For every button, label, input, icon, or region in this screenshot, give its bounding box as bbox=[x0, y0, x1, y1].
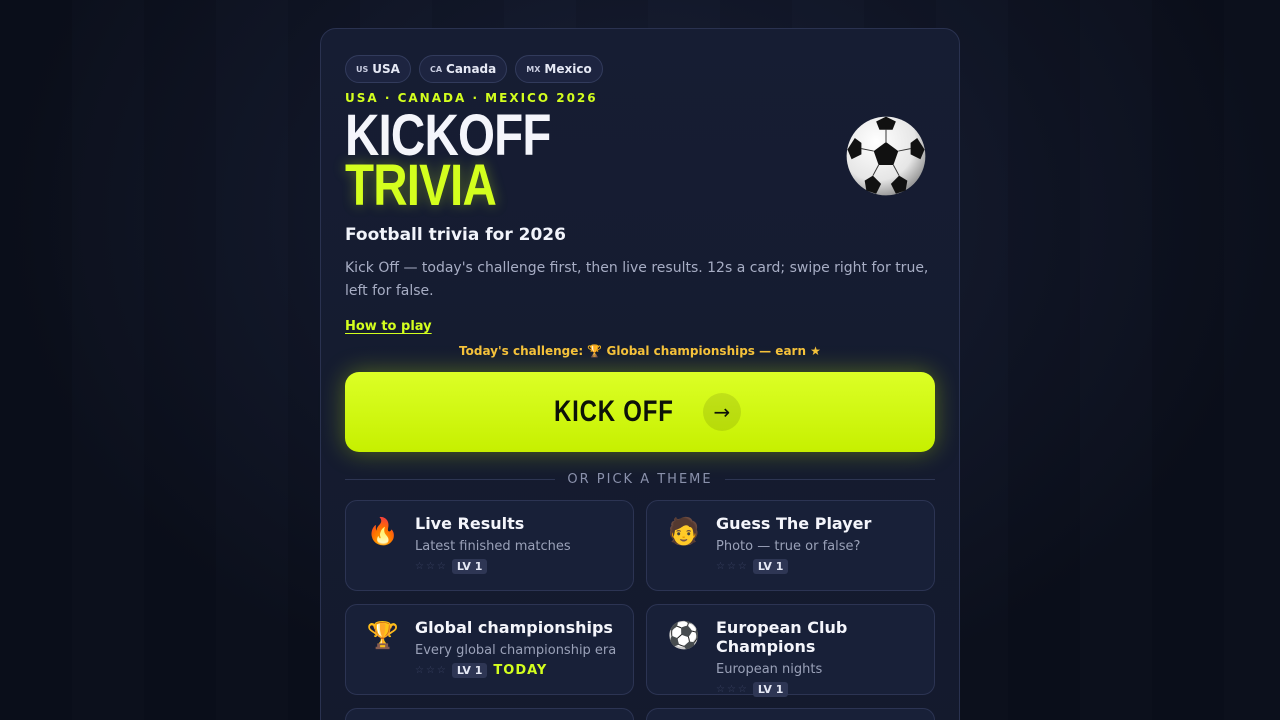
theme-card-partial[interactable] bbox=[345, 708, 634, 720]
theme-meta: ☆☆☆ LV 1 bbox=[716, 559, 934, 574]
star-rating: ☆☆☆ bbox=[716, 684, 749, 695]
arrow-right-icon: → bbox=[702, 393, 741, 431]
page-title: KICKOFF TRIVIA bbox=[345, 107, 829, 218]
star-rating: ☆☆☆ bbox=[415, 561, 448, 572]
star-rating: ☆☆☆ bbox=[716, 561, 749, 572]
fire-icon: 🔥 bbox=[366, 517, 400, 547]
theme-name: Live Results bbox=[415, 514, 525, 533]
flag-usa-icon: US bbox=[356, 64, 369, 74]
host-chip-label: USA bbox=[372, 62, 400, 76]
host-chip-canada[interactable]: CA Canada bbox=[418, 55, 508, 83]
theme-name: Guess The Player bbox=[716, 514, 872, 533]
hero-description: Kick Off — today's challenge first, then… bbox=[345, 260, 929, 299]
theme-description: European nights bbox=[716, 662, 823, 677]
kick-off-label: KICK OFF bbox=[554, 395, 674, 428]
flag-canada-icon: CA bbox=[429, 64, 443, 74]
flag-mexico-icon: MX bbox=[526, 64, 541, 74]
theme-meta: ☆☆☆ LV 1 bbox=[415, 559, 633, 574]
theme-description: Photo — true or false? bbox=[716, 539, 861, 554]
title-line-2: TRIVIA bbox=[345, 153, 497, 218]
player-face-icon: 🧑 bbox=[667, 517, 701, 547]
host-chip-mexico[interactable]: MX Mexico bbox=[515, 55, 603, 83]
kick-off-button[interactable]: KICK OFF → bbox=[345, 372, 935, 452]
theme-name: European Club Champions bbox=[716, 618, 848, 656]
level-badge: LV 1 bbox=[451, 663, 488, 678]
level-badge: LV 1 bbox=[451, 559, 488, 574]
host-chip-label: Canada bbox=[446, 62, 497, 76]
host-chip-usa[interactable]: US USA bbox=[345, 55, 411, 83]
host-chip-label: Mexico bbox=[544, 62, 592, 76]
theme-description: Every global championship era bbox=[415, 643, 617, 658]
home-card: US USA CA Canada MX Mexico USA · CANADA … bbox=[320, 28, 960, 720]
theme-meta: ☆☆☆ LV 1 bbox=[716, 682, 934, 697]
theme-card-european-club-champions[interactable]: ⚽ European Club Champions European night… bbox=[646, 604, 935, 697]
hero-subtitle: Football trivia for 2026 bbox=[345, 225, 566, 245]
star-rating: ☆☆☆ bbox=[415, 665, 448, 676]
theme-card-partial[interactable] bbox=[646, 708, 935, 720]
theme-divider: OR PICK A THEME bbox=[345, 472, 935, 487]
theme-card-global-championships[interactable]: 🏆 Global championships Every global cham… bbox=[345, 604, 634, 695]
theme-meta: ☆☆☆ LV 1 TODAY bbox=[415, 663, 633, 678]
theme-card-live-results[interactable]: 🔥 Live Results Latest finished matches ☆… bbox=[345, 500, 634, 591]
how-to-play-link[interactable]: How to play bbox=[345, 319, 432, 334]
theme-description: Latest finished matches bbox=[415, 539, 571, 554]
level-badge: LV 1 bbox=[752, 559, 789, 574]
soccer-ball-icon: ⚽ bbox=[667, 621, 701, 651]
theme-name: Global championships bbox=[415, 618, 613, 637]
soccer-ball-icon bbox=[846, 116, 926, 196]
host-chips: US USA CA Canada MX Mexico bbox=[345, 55, 935, 83]
level-badge: LV 1 bbox=[752, 682, 789, 697]
theme-card-guess-the-player[interactable]: 🧑 Guess The Player Photo — true or false… bbox=[646, 500, 935, 591]
trophy-icon: 🏆 bbox=[366, 621, 400, 651]
today-badge: TODAY bbox=[493, 663, 548, 678]
daily-challenge-banner: Today's challenge: 🏆 Global championship… bbox=[459, 344, 821, 358]
theme-grid: 🔥 Live Results Latest finished matches ☆… bbox=[345, 500, 935, 720]
theme-divider-label: OR PICK A THEME bbox=[567, 472, 713, 487]
